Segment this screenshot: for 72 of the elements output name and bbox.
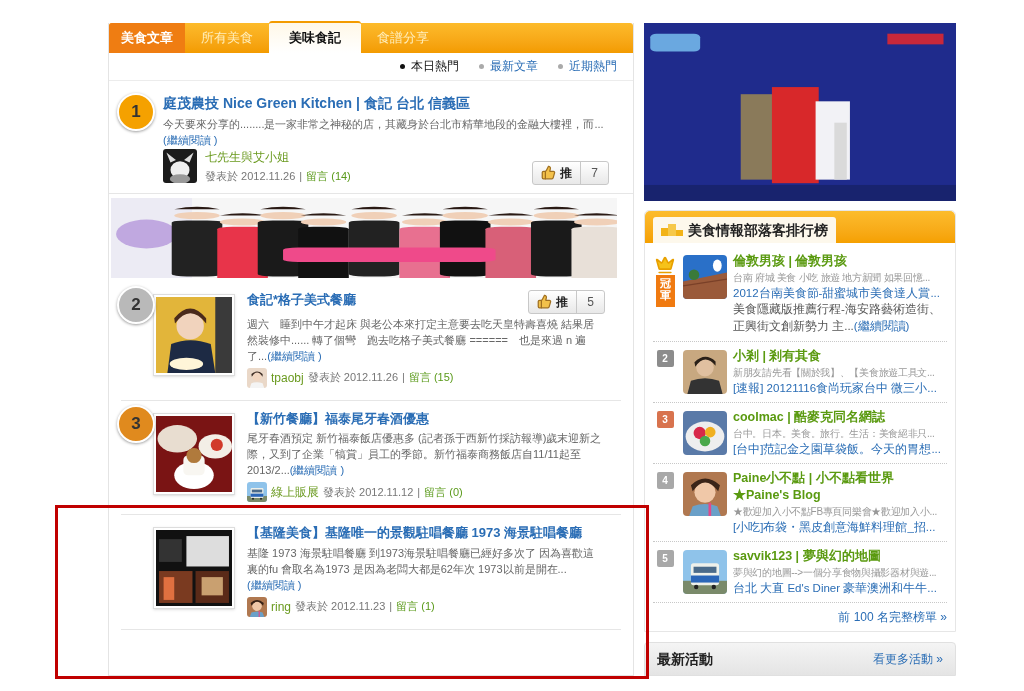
blog-description: 夢與幻的地圖-->一個分享食物與攝影器材與遊... [733,566,938,580]
like-count: 7 [590,164,599,182]
post-date: 發表於 2012.11.26 [205,169,296,184]
post-date: 發表於 2012.11.23 [295,599,386,615]
category-tab[interactable]: 美味食記 [269,21,361,53]
like-label: 推 [560,164,573,182]
rank-badge: 2 [656,350,674,367]
post-excerpt: 美食隱藏版推薦行程-海安路藝術造街、正興街文創新勢力 主...(繼續閱讀) [733,302,942,334]
crown-icon [655,255,675,275]
rank-badge: 1 [117,93,155,131]
blog-description: 台中。日本。美食。旅行。生活：美食絕非只... [733,427,936,441]
author-link[interactable]: 綠上販展 [271,483,319,501]
post-link[interactable]: [台中]范記金之園草袋飯。今天的胃想... [733,441,947,457]
filter-link[interactable]: 近期熱門 [558,57,617,76]
blog-name-link[interactable]: 倫敦男孩 | 倫敦男孩 [733,253,947,270]
article-title[interactable]: 食記*格子美式餐廳 [247,289,357,309]
filter-link[interactable]: 本日熱門 [400,57,459,76]
thumbs-up-icon [537,294,553,309]
author-link[interactable]: tpaobj [271,368,304,387]
meta-separator: | [299,169,303,184]
panel-title: 美食情報部落客排行榜 [688,220,828,240]
like-button[interactable]: 推 7 [532,160,609,185]
read-more-link[interactable]: (繼續閱讀 ) [289,464,345,476]
comments-link[interactable]: 留言 (1) [396,598,435,615]
blog-description: ★歡迎加入小不點FB專頁同樂會★歡迎加入小... [733,505,938,519]
comments-link[interactable]: 留言 (0) [424,483,463,501]
rank-badge: 3 [117,404,155,443]
podium-icon [661,224,683,236]
thumbs-up-icon [541,165,557,180]
read-more-link[interactable]: (繼續閱讀) [853,320,910,332]
article-excerpt: 週六 睡到中午才起床 與老公本來打定主意要去吃天皇特壽喜燒 結果居然裝修中...... 轉了個彎 跑去吃格子美式餐廳 ====== 也是來過 n 遍了...(繼續閱讀 ) [247,316,596,364]
author-link[interactable]: 七先生與艾小姐 [205,148,351,166]
meta-separator: | [402,370,405,386]
article-excerpt: 今天要來分享的........是一家非常之神秘的店，其藏身於台北市精華地段的金融大樓裡，而... (繼續閱讀 ) [163,117,605,148]
rank-ribbon: 冠軍 [655,275,675,308]
blog-name-link[interactable]: coolmac | 酷麥克同名網誌 [733,409,947,426]
panel-title: 最新活動 [657,649,713,669]
article-excerpt: 基隆 1973 海景駐唱餐廳 到1973海景駐唱餐廳已經好多次了 因為喜歡這裏的fu 會取名為1973 是因為老闆大都是62年次 1973以前是開在... (繼續閱讀 ) [247,545,596,593]
rank-badge: 4 [656,472,674,489]
article-title[interactable]: 庭茂農技 Nice Green Kitchen | 食記 台北 信義區 [163,93,609,114]
post-date: 發表於 2012.11.12 [323,484,414,500]
blog-description: 台南 府城 美食 小吃 旅遊 地方新聞 如果回憶... [733,271,931,285]
article-excerpt: 尾牙春酒預定 新竹福泰飯店優惠多 (記者孫于西新竹採訪報導)歲末迎新之際，又到了企業「犒賞」員工的季節。新竹福泰商務飯店自11/11起至2013/2...(繼續閱讀 ) [247,431,603,478]
read-more-link[interactable]: (繼續閱讀 ) [247,578,302,591]
blog-name-link[interactable]: 小剎 | 剎有其食 [733,348,947,365]
blog-description: 新朋友請先看【關於我】、【美食旅遊工具文... [733,366,936,380]
post-link[interactable]: 台北 大直 Ed's Diner 豪華澳洲和牛牛... [733,580,947,596]
read-more-link[interactable]: (繼續閱讀 ) [267,349,322,362]
rank-badge: 2 [117,285,155,324]
post-link[interactable]: [小吃]布袋・黑皮創意海鮮料理館_招... [733,519,947,535]
section-label: 美食文章 [109,23,185,53]
like-label: 推 [556,293,569,311]
read-more-link[interactable]: (繼續閱讀 ) [163,134,218,146]
more-events-link[interactable]: 看更多活動 » [873,650,943,668]
full-ranking-link[interactable]: 前 100 名完整榜單 » [838,608,947,626]
post-date: 發表於 2012.11.26 [307,370,398,386]
comments-link[interactable]: 留言 (14) [306,168,351,185]
post-link[interactable]: 2012台南美食節-甜蜜城市美食達人賞... [733,285,947,301]
blog-name-link[interactable]: savvik123 | 夢與幻的地圖 [733,548,947,565]
author-link[interactable]: ring [271,597,291,616]
article-title[interactable]: 【基隆美食】基隆唯一的景觀駐唱餐廳 1973 海景駐唱餐廳 [247,523,583,543]
article-title[interactable]: 【新竹餐廳】福泰尾牙春酒優惠 [247,408,429,428]
blog-name-link[interactable]: Paine小不點 | 小不點看世界★Paine's Blog [733,470,947,504]
rank-badge: 5 [656,550,674,567]
filter-link[interactable]: 最新文章 [479,57,538,76]
meta-separator: | [417,484,421,500]
post-link[interactable]: [速報] 20121116食尚玩家台中 微三小... [733,380,947,396]
like-count: 5 [586,293,595,311]
rank-badge: 3 [656,411,674,428]
comments-link[interactable]: 留言 (15) [408,369,454,386]
meta-separator: | [389,599,393,615]
like-button[interactable]: 推 5 [528,289,605,314]
